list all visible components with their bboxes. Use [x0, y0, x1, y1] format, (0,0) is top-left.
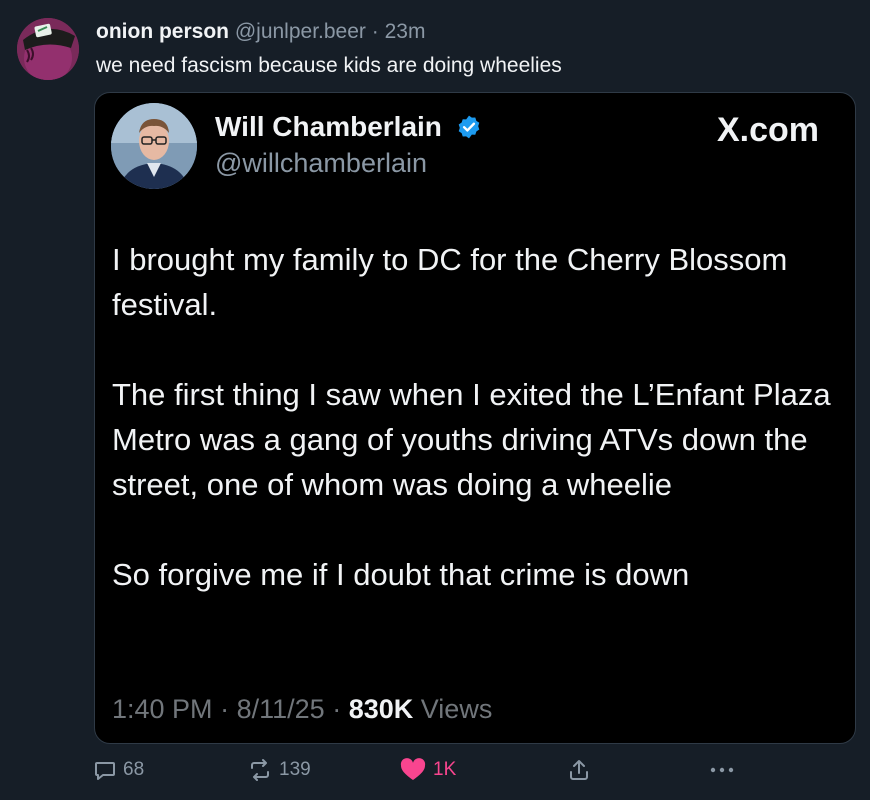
heart-icon	[399, 758, 427, 782]
avatar[interactable]	[17, 18, 79, 80]
embedded-author-name-text: Will Chamberlain	[215, 111, 442, 142]
handle[interactable]: @junlper.beer	[235, 20, 366, 43]
post-card: onion person @junlper.beer · 23m we need…	[0, 0, 870, 800]
meta-separator: ·	[220, 694, 230, 724]
tweet-time: 1:40 PM	[112, 694, 213, 724]
views-count: 830K	[348, 694, 414, 724]
separator: ·	[371, 20, 379, 43]
embedded-author-name: Will Chamberlain	[215, 111, 482, 147]
tweet-date: 8/11/25	[236, 694, 325, 724]
verified-badge-icon	[456, 114, 482, 147]
tweet-paragraph: I brought my family to DC for the Cherry…	[112, 242, 788, 322]
x-logo-text: X.com	[716, 111, 819, 149]
reply-button[interactable]: 68	[93, 758, 144, 782]
action-bar: 68 139 1K	[0, 758, 870, 788]
embedded-author-handle: @willchamberlain	[215, 148, 427, 178]
more-button[interactable]	[709, 758, 735, 782]
like-button[interactable]: 1K	[399, 758, 456, 782]
meta-separator: ·	[332, 694, 342, 724]
repost-icon	[247, 758, 273, 782]
embedded-tweet-meta: 1:40 PM · 8/11/25 · 830K Views	[112, 694, 492, 725]
like-count: 1K	[433, 759, 457, 780]
embedded-avatar	[111, 103, 197, 189]
post-text: we need fascism because kids are doing w…	[96, 54, 562, 77]
views-label: Views	[420, 694, 493, 724]
reply-count: 68	[123, 759, 145, 780]
tweet-paragraph: The first thing I saw when I exited the …	[112, 377, 831, 502]
reply-icon	[93, 758, 117, 782]
embedded-tweet-text: I brought my family to DC for the Cherry…	[112, 237, 842, 642]
share-icon	[567, 758, 591, 782]
share-button[interactable]	[567, 758, 591, 782]
more-icon	[709, 758, 735, 782]
repost-button[interactable]: 139	[247, 758, 311, 782]
display-name[interactable]: onion person	[96, 20, 229, 43]
post-time[interactable]: 23m	[385, 20, 426, 43]
tweet-paragraph: So forgive me if I doubt that crime is d…	[112, 557, 690, 592]
repost-count: 139	[279, 759, 311, 780]
post-header: onion person @junlper.beer · 23m	[96, 20, 425, 44]
embedded-tweet-image[interactable]: Will Chamberlain @willchamberlain X.com …	[94, 92, 856, 744]
